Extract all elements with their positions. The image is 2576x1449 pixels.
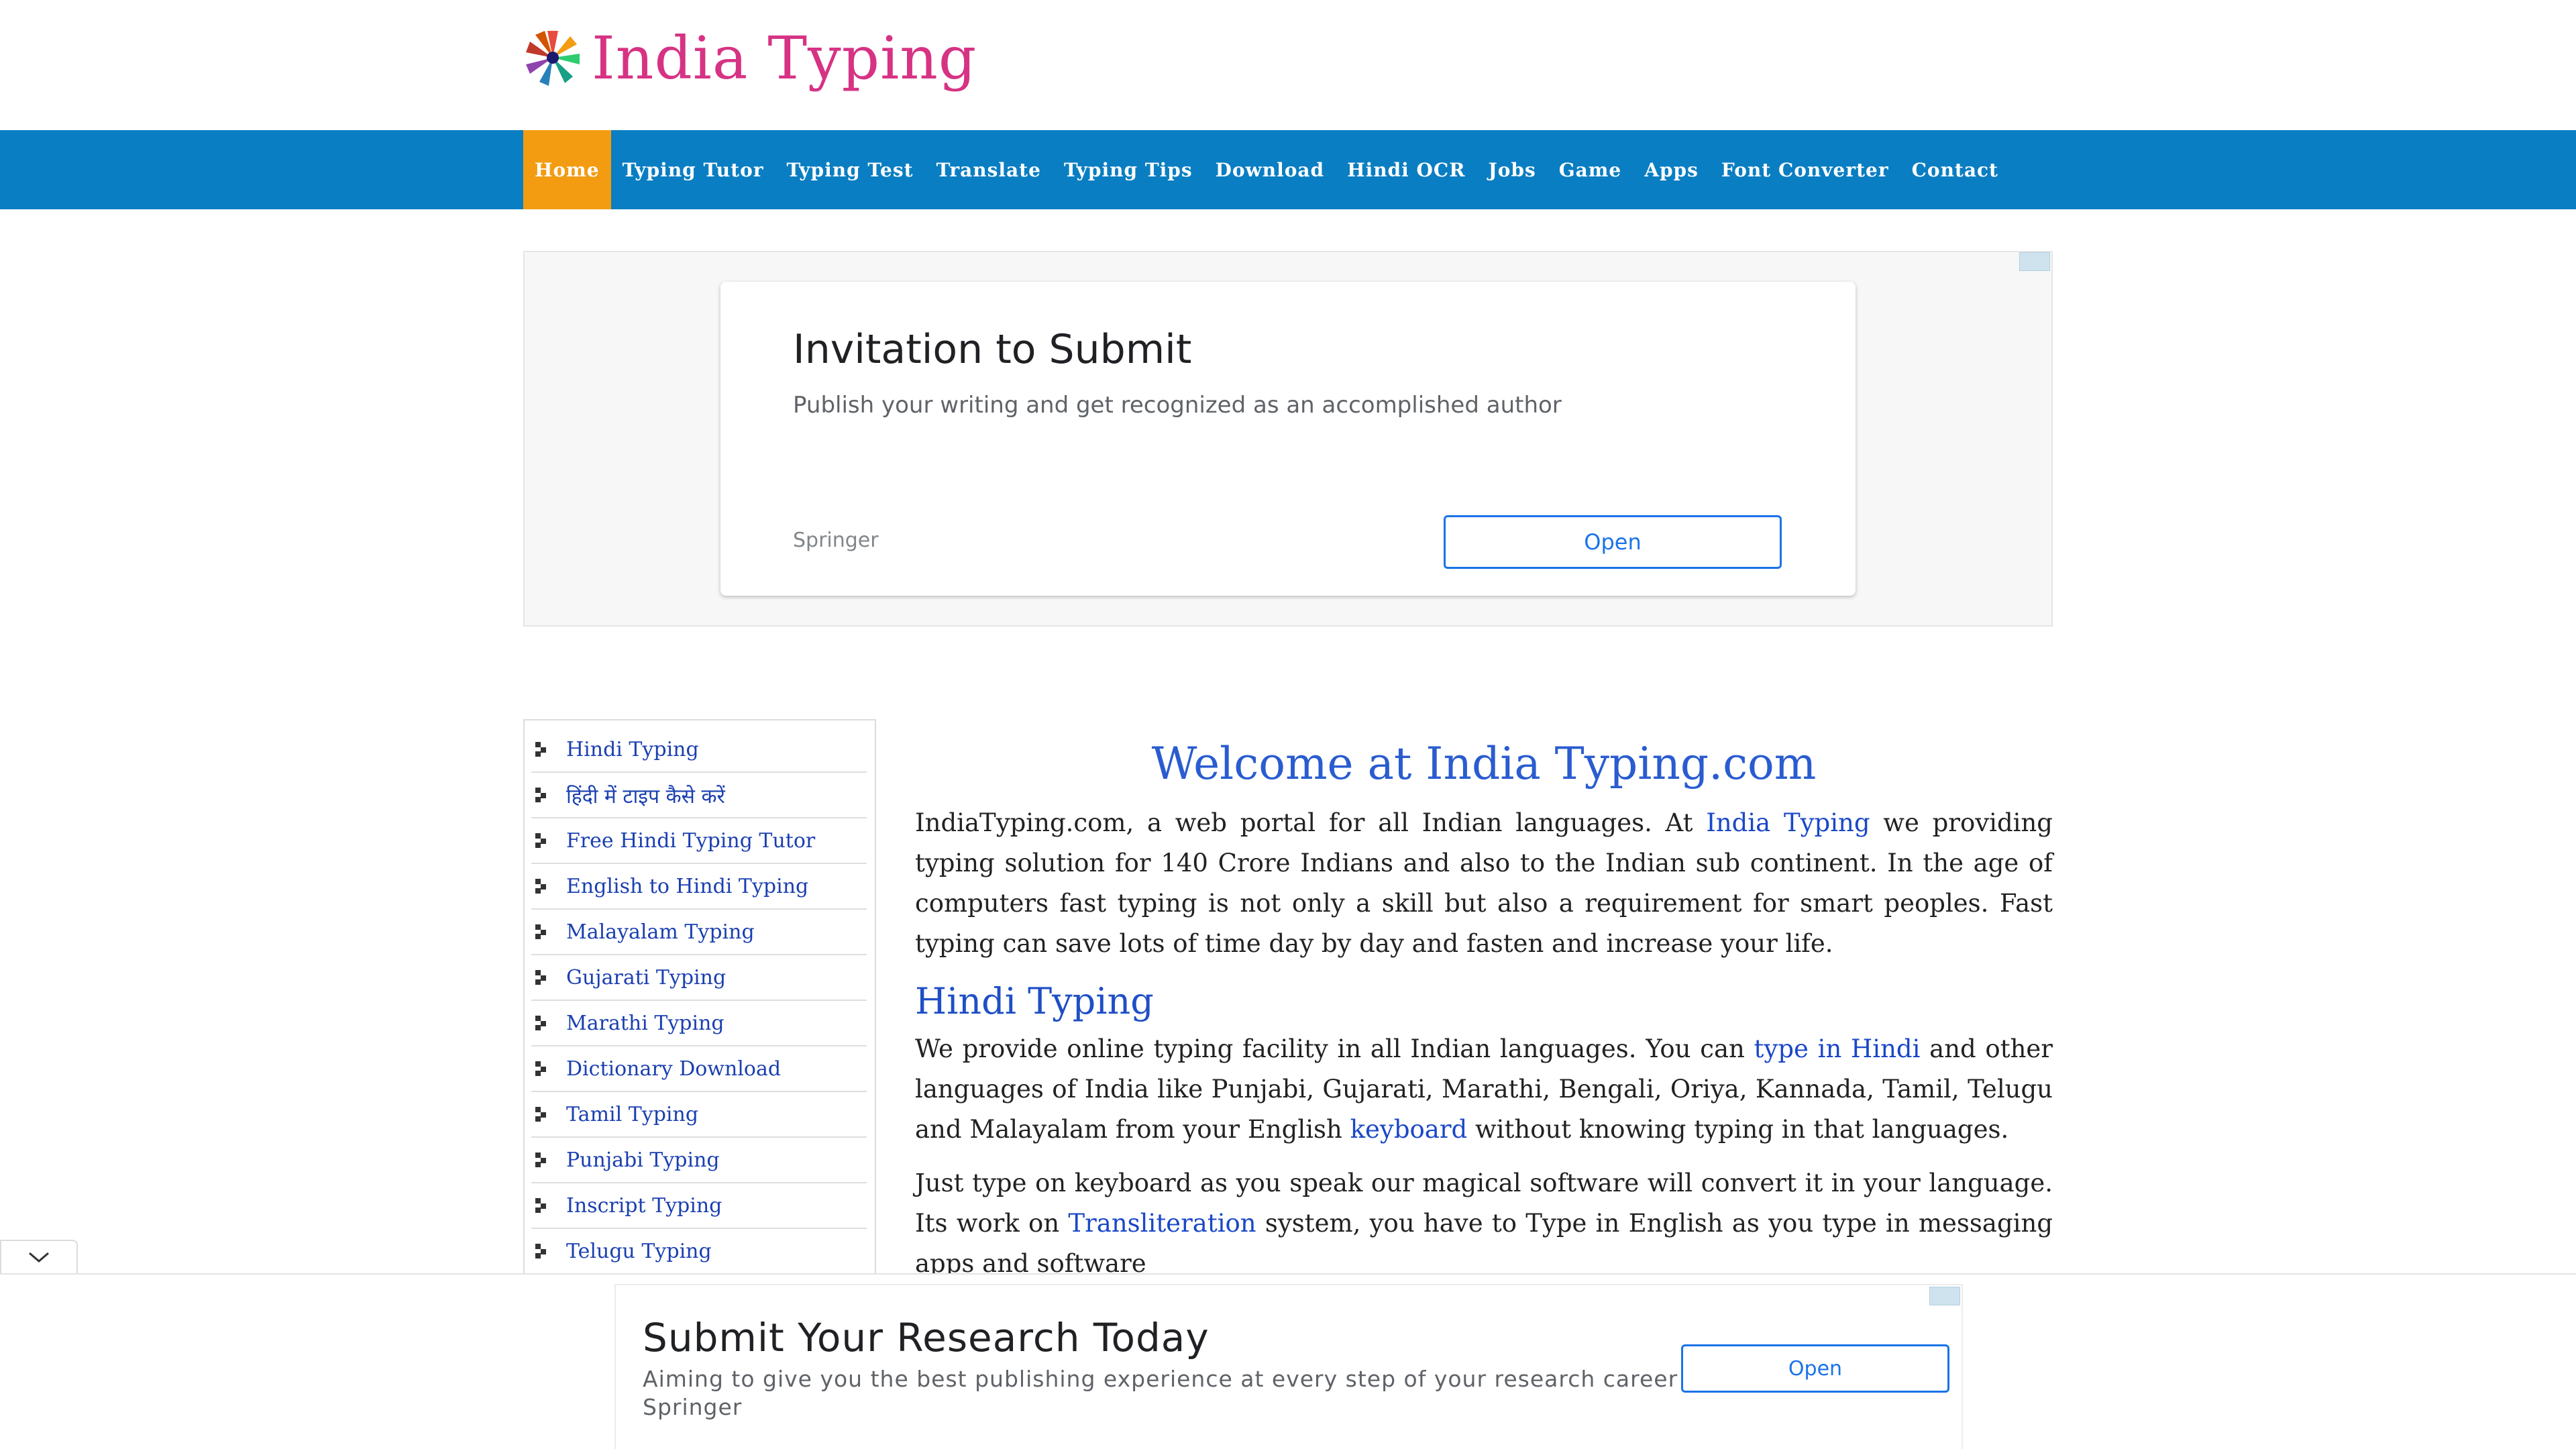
ad-brand: Springer	[643, 1394, 743, 1420]
nav-typing-test[interactable]: Typing Test	[775, 130, 925, 209]
ad-open-button[interactable]: Open	[1681, 1344, 1949, 1393]
bullet-icon	[535, 1107, 550, 1122]
adchoices-icon[interactable]	[1929, 1287, 1960, 1305]
bullet-icon	[535, 788, 550, 802]
ad-brand: Springer	[793, 529, 879, 552]
india-typing-link[interactable]: India Typing	[1706, 808, 1870, 837]
hindi-typing-paragraph: We provide online typing facility in all…	[915, 1029, 2053, 1150]
sidebar-item-label: Gujarati Typing	[566, 965, 727, 989]
chevron-down-icon	[29, 1252, 49, 1263]
sidebar-item[interactable]: Punjabi Typing	[531, 1138, 867, 1183]
sidebar-item-label: Hindi Typing	[566, 737, 699, 761]
nav-download[interactable]: Download	[1204, 130, 1336, 209]
sidebar-item[interactable]: Marathi Typing	[531, 1001, 867, 1046]
bullet-icon	[535, 742, 550, 757]
sidebar-item[interactable]: English to Hindi Typing	[531, 864, 867, 910]
bullet-icon	[535, 1152, 550, 1167]
ad-title: Submit Your Research Today	[643, 1315, 1210, 1360]
sidebar-item-label: Inscript Typing	[566, 1193, 722, 1218]
sidebar-item-label: Telugu Typing	[566, 1239, 712, 1263]
text: We provide online typing facility in all…	[915, 1034, 1754, 1063]
ad-card[interactable]: Invitation to Submit Publish your writin…	[720, 282, 1856, 596]
bullet-icon	[535, 1016, 550, 1030]
bullet-icon	[535, 1198, 550, 1213]
text: IndiaTyping.com, a web portal for all In…	[915, 808, 1707, 837]
ad-subtitle: Publish your writing and get recognized …	[793, 392, 1562, 419]
bottom-ad-banner[interactable]: Submit Your Research Today Aiming to giv…	[614, 1284, 1963, 1449]
page-title: Welcome at India Typing.com	[1151, 738, 1817, 790]
bullet-icon	[535, 1061, 550, 1076]
sidebar-item[interactable]: Free Hindi Typing Tutor	[531, 818, 867, 864]
sidebar-item-label: Punjabi Typing	[566, 1148, 720, 1172]
logo-text: India Typing	[592, 23, 977, 93]
nav-game[interactable]: Game	[1548, 130, 1633, 209]
bullet-icon	[535, 833, 550, 848]
bottom-ad-bar: Submit Your Research Today Aiming to giv…	[0, 1273, 2576, 1449]
sidebar-item-label: Dictionary Download	[566, 1057, 782, 1081]
ad-title: Invitation to Submit	[793, 326, 1192, 373]
collapse-ad-button[interactable]	[0, 1240, 78, 1273]
nav-hindi-ocr[interactable]: Hindi OCR	[1336, 130, 1477, 209]
nav-typing-tutor[interactable]: Typing Tutor	[611, 130, 775, 209]
nav-font-converter[interactable]: Font Converter	[1710, 130, 1900, 209]
nav-apps[interactable]: Apps	[1633, 130, 1710, 209]
keyboard-link[interactable]: keyboard	[1350, 1115, 1468, 1144]
sidebar-item-label: Tamil Typing	[566, 1102, 699, 1126]
sidebar-item[interactable]: Inscript Typing	[531, 1183, 867, 1229]
sidebar-item[interactable]: Tamil Typing	[531, 1092, 867, 1138]
sidebar-item-label: English to Hindi Typing	[566, 874, 809, 898]
sidebar-item[interactable]: Dictionary Download	[531, 1046, 867, 1092]
adchoices-icon[interactable]	[2019, 252, 2050, 271]
sidebar-item-label: Marathi Typing	[566, 1011, 724, 1035]
site-logo[interactable]: India Typing	[522, 23, 977, 93]
sidebar-item[interactable]: हिंदी में टाइप कैसे करें	[531, 773, 867, 818]
sidebar-item[interactable]: Hindi Typing	[531, 727, 867, 773]
site-header: India Typing	[0, 0, 2576, 130]
nav-typing-tips[interactable]: Typing Tips	[1053, 130, 1204, 209]
sidebar-item[interactable]: Telugu Typing	[531, 1229, 867, 1275]
main-content: Welcome at India Typing.com IndiaTyping.…	[915, 738, 2053, 1284]
sidebar-item-label: हिंदी में टाइप कैसे करें	[566, 784, 725, 808]
nav-translate[interactable]: Translate	[925, 130, 1053, 209]
nav-home[interactable]: Home	[523, 130, 611, 209]
nav-contact[interactable]: Contact	[1900, 130, 2010, 209]
ad-subtitle: Aiming to give you the best publishing e…	[643, 1366, 1678, 1392]
bullet-icon	[535, 879, 550, 894]
sidebar-links: Hindi Typing हिंदी में टाइप कैसे करें Fr…	[523, 719, 876, 1283]
sidebar-item-label: Malayalam Typing	[566, 920, 755, 944]
transliteration-link[interactable]: Transliteration	[1068, 1209, 1256, 1238]
top-ad-banner[interactable]: Invitation to Submit Publish your writin…	[523, 251, 2053, 627]
intro-paragraph: IndiaTyping.com, a web portal for all In…	[915, 803, 2053, 964]
bullet-icon	[535, 924, 550, 939]
nav-jobs[interactable]: Jobs	[1477, 130, 1547, 209]
bullet-icon	[535, 970, 550, 985]
main-nav: Home Typing Tutor Typing Test Translate …	[0, 130, 2576, 209]
type-in-hindi-link[interactable]: type in Hindi	[1754, 1034, 1921, 1063]
sidebar-item[interactable]: Gujarati Typing	[531, 955, 867, 1001]
bullet-icon	[535, 1244, 550, 1258]
ad-open-button[interactable]: Open	[1444, 515, 1782, 569]
sidebar-item-label: Free Hindi Typing Tutor	[566, 828, 816, 853]
text: without knowing typing in that languages…	[1467, 1115, 2009, 1144]
transliteration-paragraph: Just type on keyboard as you speak our m…	[915, 1163, 2053, 1284]
logo-flower-icon	[526, 31, 580, 86]
sidebar-item[interactable]: Malayalam Typing	[531, 910, 867, 955]
section-heading: Hindi Typing	[915, 980, 1154, 1022]
